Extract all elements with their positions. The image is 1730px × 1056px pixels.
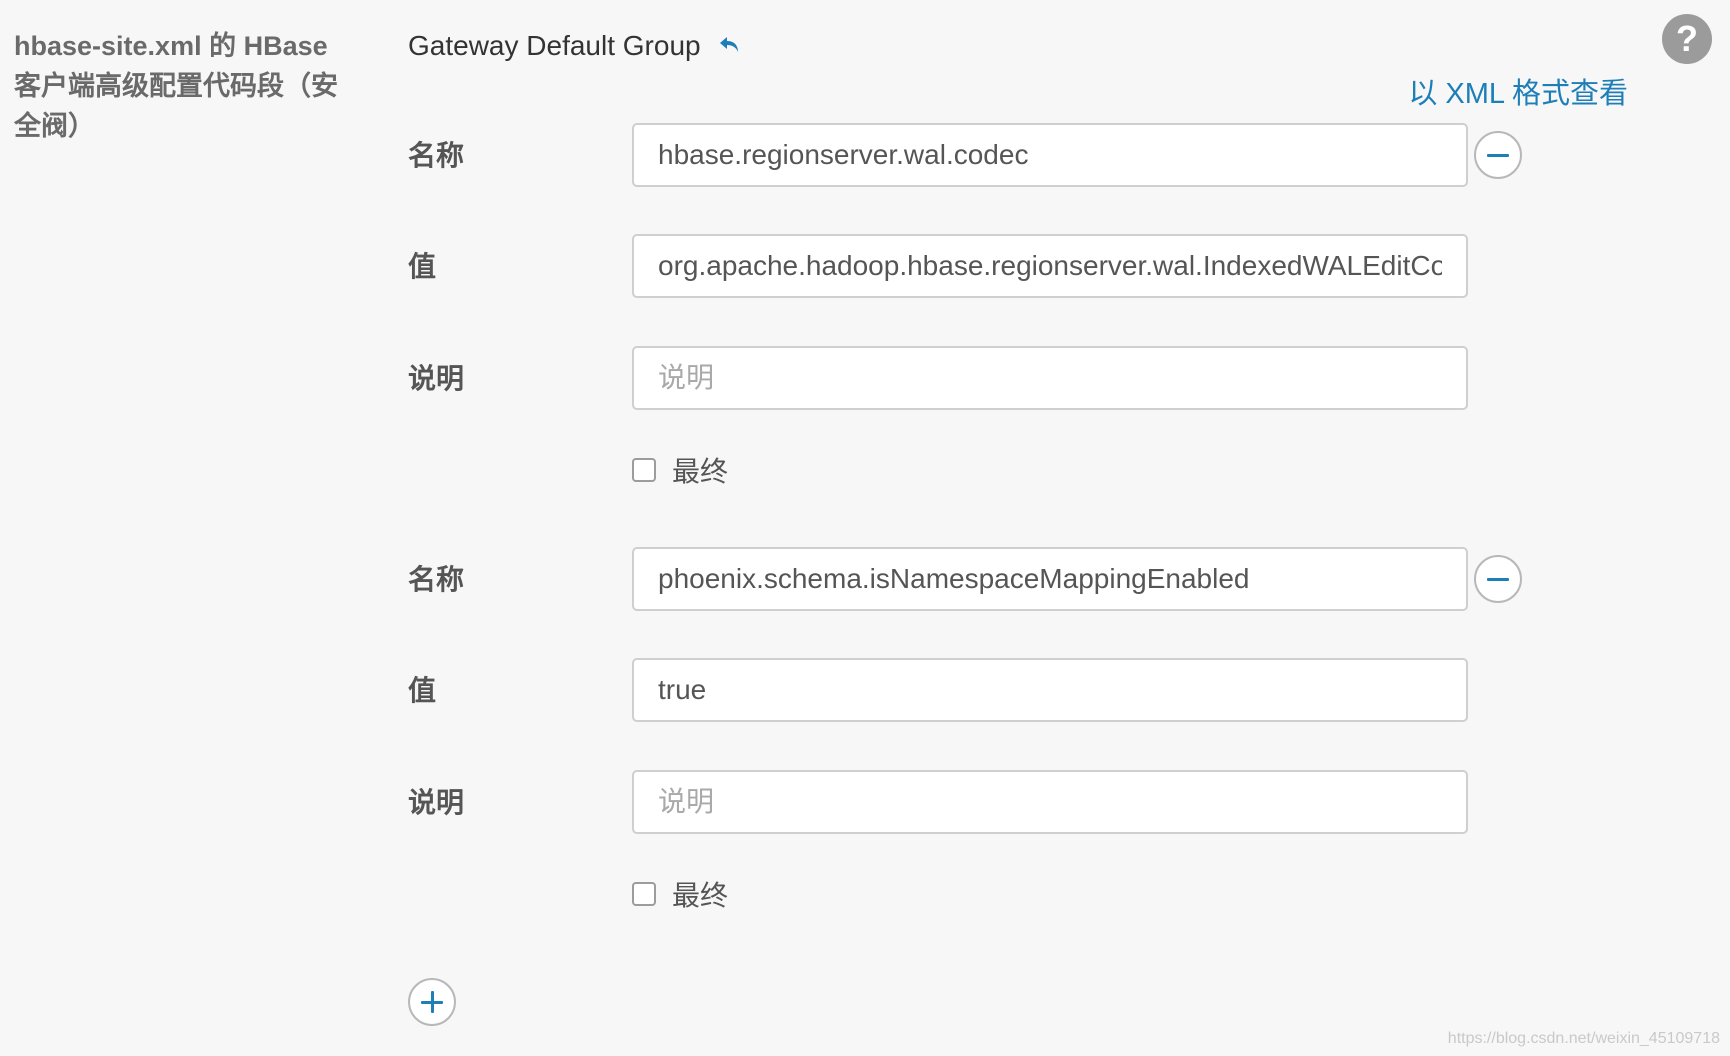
name-label: 名称	[408, 140, 465, 171]
final-option: 最终	[632, 874, 728, 914]
group-title: Gateway Default Group	[408, 30, 701, 61]
view-as-xml-link[interactable]: 以 XML 格式查看	[1408, 74, 1628, 114]
value-label: 值	[408, 675, 437, 706]
property-value-input[interactable]	[632, 658, 1468, 722]
value-label: 值	[408, 251, 437, 282]
question-mark-icon[interactable]: ?	[1662, 14, 1712, 64]
undo-arrow-icon[interactable]	[717, 33, 743, 59]
property-name-input[interactable]	[632, 547, 1468, 611]
minus-icon	[1487, 153, 1509, 157]
property-description-input[interactable]	[632, 770, 1468, 834]
property-name-input[interactable]	[632, 123, 1468, 187]
property-value-input[interactable]	[632, 234, 1468, 298]
description-label: 说明	[408, 787, 465, 818]
remove-property-button[interactable]	[1474, 555, 1522, 603]
final-checkbox[interactable]	[632, 882, 656, 906]
final-checkbox[interactable]	[632, 458, 656, 482]
name-label: 名称	[408, 564, 465, 595]
property-description-input[interactable]	[632, 346, 1468, 410]
section-title: hbase-site.xml 的 HBase 客户端高级配置代码段（安全阀）	[14, 31, 338, 141]
add-property-button[interactable]	[408, 978, 456, 1026]
remove-property-button[interactable]	[1474, 131, 1522, 179]
final-option: 最终	[632, 450, 728, 490]
description-label: 说明	[408, 363, 465, 394]
final-label: 最终	[672, 456, 729, 487]
group-header: Gateway Default Group	[408, 26, 743, 66]
watermark: https://blog.csdn.net/weixin_45109718	[1447, 1030, 1720, 1047]
final-label: 最终	[672, 880, 729, 911]
minus-icon	[1487, 577, 1509, 581]
